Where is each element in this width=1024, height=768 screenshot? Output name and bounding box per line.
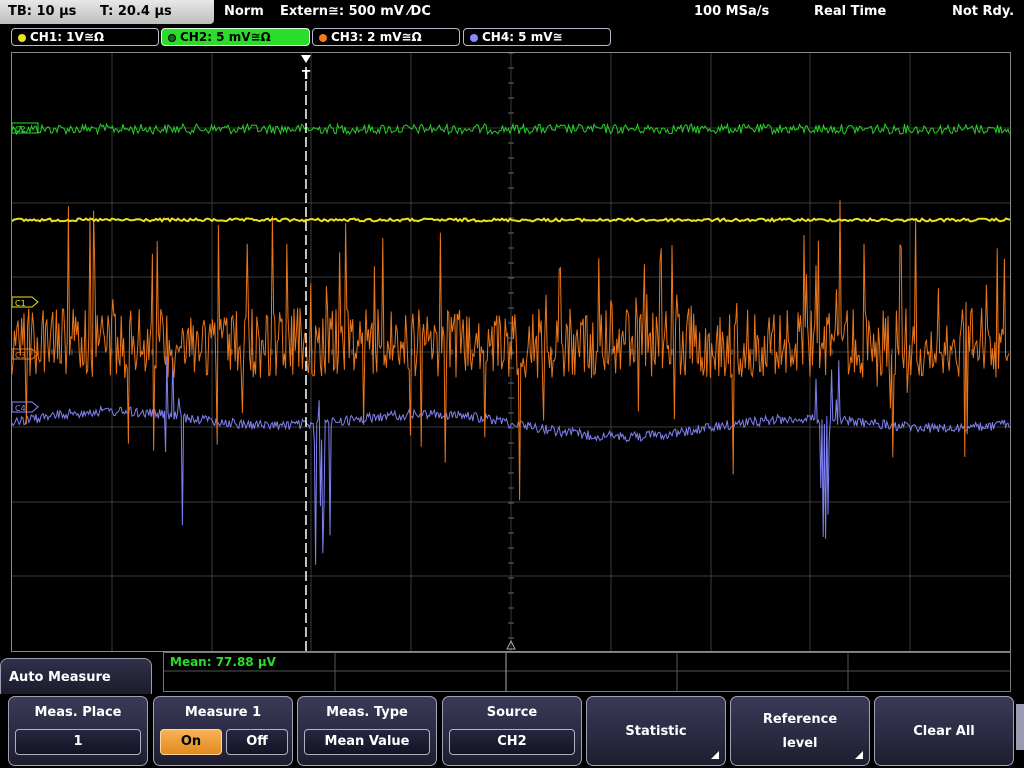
ch4-offset-marker[interactable]: C4 [12,401,39,413]
meas-place-title: Meas. Place [34,705,122,720]
ch2-label: CH2: 5 mV≅Ω [180,30,271,44]
trigger-source[interactable]: Extern≅: 500 mV ⁄DC [280,4,431,19]
ch2-dot-icon [168,33,176,42]
trigger-marker-label: T [302,68,311,82]
channel-tab-ch3[interactable]: CH3: 2 mV≅Ω [312,28,460,46]
ch1-label: CH1: 1V≅Ω [30,30,105,44]
measure1-title: Measure 1 [184,705,262,720]
ch1-marker-label: C1 [15,299,26,308]
measurement-strip: Mean: 77.88 µV [163,652,1011,692]
ch1-offset-marker[interactable]: C1 [12,296,39,308]
submenu-arrow-icon [855,751,863,759]
measure1-softkey[interactable]: Measure 1 On Off [153,696,293,766]
meas-place-value[interactable]: 1 [15,729,141,755]
waveform-svg: T C2 C1 C3 C4 [12,53,1010,651]
ch4-dot-icon [470,33,478,42]
acquisition-state: Not Rdy. [952,4,1015,19]
timebase-readout: TB: 10 µs [8,4,77,19]
ch4-label: CH4: 5 mV≅ [482,30,563,44]
ch1-dot-icon [18,33,26,42]
status-bar: TB: 10 µs T: 20.4 µs Norm Extern≅: 500 m… [0,0,1024,24]
statistic-label: Statistic [625,724,687,739]
ch3-marker-label: C3 [15,351,26,360]
measure1-off-button[interactable]: Off [226,729,288,755]
acquisition-mode: Real Time [814,4,887,19]
ch2-marker-label: C2 [15,125,26,134]
ch3-dot-icon [319,33,327,42]
source-title: Source [486,705,538,720]
reference-level-softkey[interactable]: Reference level [730,696,870,766]
waveform-display[interactable]: T C2 C1 C3 C4 [11,52,1011,652]
meas-type-title: Meas. Type [326,705,408,720]
channel-tab-ch1[interactable]: CH1: 1V≅Ω [11,28,159,46]
submenu-arrow-icon [711,751,719,759]
mean-value-readout: Mean: 77.88 µV [170,655,276,669]
trigger-arrow-icon[interactable] [301,55,311,63]
clear-all-label: Clear All [913,724,975,739]
statistic-softkey[interactable]: Statistic [586,696,726,766]
channel-tab-ch2[interactable]: CH2: 5 mV≅Ω [161,28,310,46]
trigger-position-readout: T: 20.4 µs [100,4,172,19]
reference-level-label-line1: Reference [762,712,838,727]
source-softkey[interactable]: Source CH2 [442,696,582,766]
source-value[interactable]: CH2 [449,729,575,755]
ch3-label: CH3: 2 mV≅Ω [331,30,422,44]
measurement-strip-grid [164,653,1010,691]
menu-title-tab: Auto Measure [0,658,152,694]
center-axis-ticks [12,53,993,639]
clear-all-softkey[interactable]: Clear All [874,696,1014,766]
trigger-mode[interactable]: Norm [224,4,264,19]
ch3-offset-marker[interactable]: C3 [12,348,39,360]
ch4-marker-label: C4 [15,404,26,413]
reference-level-label-line2: level [782,736,818,751]
channel-tab-ch4[interactable]: CH4: 5 mV≅ [463,28,611,46]
menu-title: Auto Measure [9,670,111,685]
sample-rate: 100 MSa/s [694,4,770,19]
menu-scroll-edge[interactable] [1016,704,1024,750]
measure1-on-button[interactable]: On [160,729,222,755]
meas-type-value[interactable]: Mean Value [304,729,430,755]
meas-type-softkey[interactable]: Meas. Type Mean Value [297,696,437,766]
timebase-box[interactable]: TB: 10 µs T: 20.4 µs [0,0,214,24]
meas-place-softkey[interactable]: Meas. Place 1 [8,696,148,766]
